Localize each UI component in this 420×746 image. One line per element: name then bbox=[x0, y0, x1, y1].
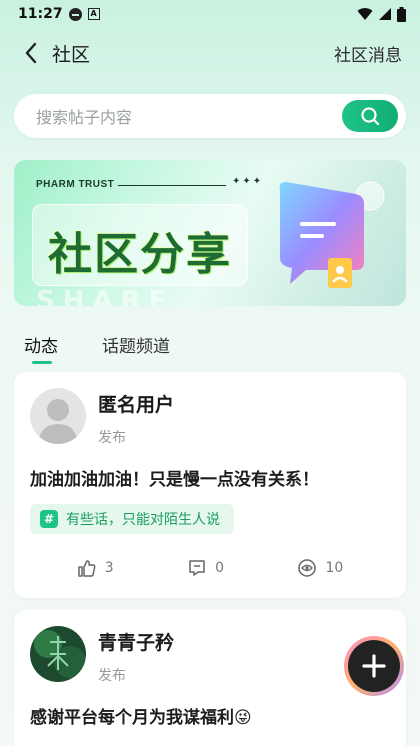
avatar[interactable] bbox=[30, 388, 86, 444]
like-count: 3 bbox=[104, 560, 114, 576]
banner-title: 社区分享 bbox=[48, 229, 232, 280]
page-title: 社区 bbox=[52, 43, 91, 66]
community-messages-link[interactable]: 社区消息 bbox=[334, 41, 402, 66]
post-username[interactable]: 匿名用户 bbox=[98, 390, 174, 417]
post-actions: 3 0 10 bbox=[14, 558, 406, 578]
signal-icon bbox=[379, 8, 391, 20]
post-username[interactable]: 青青子矜 bbox=[98, 628, 174, 655]
like-button[interactable]: 3 bbox=[77, 558, 114, 578]
do-not-disturb-icon bbox=[68, 7, 82, 21]
tab-bar: 动态 话题频道 bbox=[0, 332, 420, 372]
banner-brand: PHARM TRUST bbox=[36, 179, 115, 190]
create-post-button[interactable] bbox=[344, 636, 404, 696]
search-input[interactable]: 搜索帖子内容 bbox=[36, 104, 132, 128]
hashtag-icon: # bbox=[40, 510, 58, 528]
banner-divider bbox=[118, 185, 226, 186]
eye-icon bbox=[298, 559, 317, 577]
post-content[interactable]: 加油加油加油！只是慢一点没有关系！ bbox=[14, 465, 406, 490]
notification-a-icon: A bbox=[87, 8, 100, 20]
community-banner[interactable]: PHARM TRUST ✦✦✦ 社区分享 SHARE bbox=[14, 160, 406, 306]
post-action-label: 发布 bbox=[98, 668, 126, 684]
tab-feed[interactable]: 动态 bbox=[24, 332, 58, 372]
topic-tag[interactable]: # 有些话，只能对陌生人说 bbox=[30, 504, 234, 534]
comment-count: 0 bbox=[215, 560, 224, 576]
wifi-icon bbox=[357, 8, 373, 20]
post-content[interactable]: 感谢平台每个月为我谋福利😜 bbox=[14, 703, 406, 728]
view-count: 10 bbox=[325, 560, 344, 576]
search-bar[interactable]: 搜索帖子内容 bbox=[14, 94, 406, 138]
battery-icon bbox=[397, 6, 406, 22]
topic-tag-label: 有些话，只能对陌生人说 bbox=[66, 512, 220, 528]
comment-button[interactable]: 0 bbox=[187, 558, 224, 578]
tab-topic-channels[interactable]: 话题频道 bbox=[102, 332, 170, 372]
avatar[interactable] bbox=[30, 626, 86, 682]
thumbs-up-icon bbox=[77, 560, 96, 577]
banner-stars: ✦✦✦ bbox=[232, 176, 264, 187]
comment-icon bbox=[189, 560, 205, 576]
plus-icon bbox=[362, 654, 386, 678]
banner-ghost-text: SHARE bbox=[36, 286, 175, 306]
top-bar: 社区 社区消息 bbox=[0, 28, 420, 78]
search-button[interactable] bbox=[342, 100, 398, 132]
views-indicator: 10 bbox=[297, 558, 343, 578]
status-time: 11:27 bbox=[18, 6, 63, 22]
search-icon bbox=[361, 107, 380, 126]
post-action-label: 发布 bbox=[98, 430, 126, 446]
status-bar: 11:27 A bbox=[0, 0, 420, 28]
chat-bubble-icon bbox=[279, 181, 385, 288]
back-arrow-icon[interactable] bbox=[20, 42, 42, 64]
post-card[interactable]: 匿名用户 发布 加油加油加油！只是慢一点没有关系！ # 有些话，只能对陌生人说 … bbox=[14, 372, 406, 598]
